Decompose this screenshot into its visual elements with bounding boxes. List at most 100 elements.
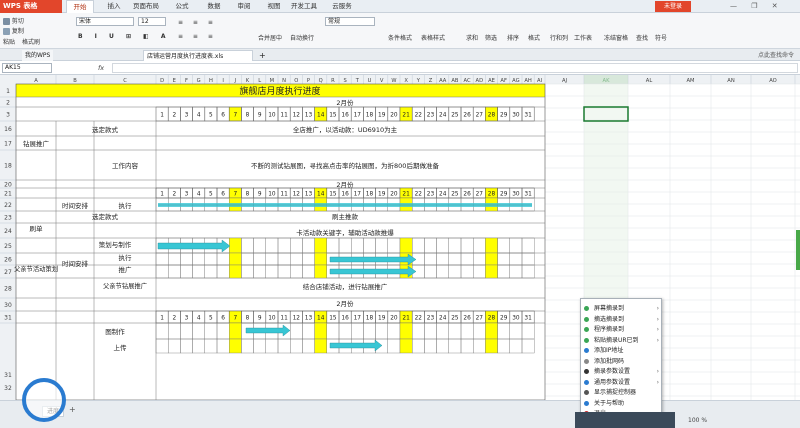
progress-arrow [158, 203, 532, 207]
column-header: L [258, 78, 261, 84]
context-menu-item[interactable]: 通用参数设置 › [581, 377, 663, 388]
freeze-button[interactable]: 冻结窗格 [604, 33, 628, 42]
filter-button[interactable]: 筛选 [485, 33, 497, 42]
new-tab-button[interactable]: + [256, 50, 269, 61]
copy-icon [3, 28, 10, 35]
spreadsheet-grid[interactable]: A B C D E F G H I J K L M N O P Q R S T U V W X Y Z AA AB AC AD AE AF AG… [0, 75, 800, 400]
menu-tab[interactable]: 公式 [168, 0, 196, 13]
menu-tab[interactable]: 视图 [260, 0, 288, 13]
menu-tab[interactable]: 数据 [200, 0, 228, 13]
full-store-text: 全店推广，以活动款：UD6910为主 [293, 125, 398, 134]
context-menu-item[interactable]: 程序摘录到 › [581, 324, 663, 335]
zoom-level[interactable]: 100 % [688, 417, 707, 424]
context-menu-item[interactable]: 粘贴摘录UR已到 › [581, 335, 663, 346]
day-number: 31 [524, 192, 532, 198]
row-header: 24 [4, 228, 12, 235]
menu-tab[interactable]: 开始 [66, 0, 94, 13]
day-number: 5 [209, 316, 213, 322]
context-menu-item[interactable]: 屏幕摘录到 › [581, 303, 663, 314]
menu-tab[interactable]: 开发工具 [290, 0, 318, 13]
table-style-button[interactable]: 表格样式 [421, 33, 445, 42]
command-search[interactable]: 点此查找命令 [755, 50, 797, 61]
schedule-cell [180, 338, 193, 354]
schedule-cell [509, 237, 523, 254]
sort-button[interactable]: 排序 [507, 33, 519, 42]
wps-logo[interactable]: WPS 表格 [0, 0, 62, 13]
row-header: 17 [4, 141, 12, 148]
sum-button[interactable]: 求和 [466, 33, 478, 42]
status-bar: 进度 + 100 % [0, 400, 800, 428]
conditional-format-button[interactable]: 条件格式 [388, 33, 412, 42]
tab-my-wps[interactable]: 我的WPS [22, 50, 54, 61]
paste-button[interactable]: 粘贴 [3, 37, 15, 46]
row-header: 22 [4, 202, 12, 209]
circle-logo [22, 378, 66, 422]
schedule-cell [216, 252, 230, 266]
context-menu-item[interactable]: 显示捕捉控制器 [581, 387, 663, 398]
format-button[interactable]: 格式 [528, 33, 540, 42]
column-header: R [331, 78, 335, 84]
font-size-select[interactable]: 12 [138, 17, 166, 26]
day-number: 13 [305, 316, 313, 322]
font-select[interactable]: 宋体 [76, 17, 134, 26]
row-header: 16 [4, 126, 12, 133]
schedule-cell [460, 237, 474, 254]
copy-button[interactable]: 复制 [3, 26, 24, 35]
schedule-cell [277, 338, 291, 354]
context-menu-item[interactable]: 添加批网码 [581, 356, 663, 367]
day-number: 1 [160, 113, 164, 119]
day-number: 24 [439, 113, 447, 119]
day-number: 8 [246, 316, 250, 322]
symbol-button[interactable]: 符号 [655, 33, 667, 42]
align-buttons[interactable]: ≡ ≡ ≡ [178, 19, 217, 26]
side-scroll-tab[interactable] [796, 230, 800, 270]
schedule-cell [375, 237, 389, 254]
menu-tab[interactable]: 云服务 [328, 0, 356, 13]
name-box[interactable]: AK15 [2, 63, 52, 73]
schedule-cell [521, 252, 535, 266]
schedule-cell [290, 338, 303, 354]
login-button[interactable]: 未登录 [655, 1, 691, 12]
day-number: 18 [366, 192, 374, 198]
schedule-cell [180, 322, 193, 340]
month-label-2: 2月份 [336, 180, 354, 189]
text-format-buttons[interactable]: B I U ⊞ ◧ A [78, 33, 170, 40]
add-sheet-button[interactable]: + [69, 405, 76, 414]
menu-tab[interactable]: 插入 [100, 0, 128, 13]
schedule-cell [412, 338, 425, 354]
schedule-cell [314, 322, 328, 340]
merge-button[interactable]: 合并居中 [258, 33, 282, 42]
day-number: 29 [500, 316, 508, 322]
wrap-button[interactable]: 自动换行 [290, 33, 314, 42]
column-header: AC [464, 78, 471, 84]
menu-tab[interactable]: 审阅 [230, 0, 258, 13]
row-col-button[interactable]: 行和列 [550, 33, 568, 42]
schedule-cell [497, 252, 511, 266]
window-controls[interactable]: — ❐ ✕ [730, 2, 798, 11]
schedule-cell [387, 237, 401, 254]
context-menu-item[interactable]: 添加IP地址 [581, 345, 663, 356]
column-header: AN [727, 78, 735, 84]
context-menu-item[interactable]: 关于与帮助 [581, 398, 663, 409]
day-number: 6 [221, 192, 225, 198]
schedule-cell [424, 264, 437, 279]
menu-tab[interactable]: 页面布局 [128, 0, 164, 13]
find-button[interactable]: 查找 [636, 33, 648, 42]
cut-button[interactable]: 剪切 [3, 16, 24, 25]
schedule-cell [228, 237, 242, 254]
day-number: 20 [390, 316, 398, 322]
formula-input[interactable] [112, 63, 798, 73]
context-menu-item[interactable]: 摘录参数设置 › [581, 366, 663, 377]
row-header: 3 [6, 112, 10, 119]
fx-icon[interactable]: fx [98, 64, 104, 72]
day-number: 26 [463, 316, 471, 322]
schedule-cell [192, 322, 206, 340]
row-header: 31 [4, 315, 12, 322]
align-buttons-2[interactable]: ≡ ≡ ≡ [178, 33, 217, 40]
context-menu-item[interactable]: 摘选摘录到 › [581, 314, 663, 325]
format-painter-button[interactable]: 格式刷 [22, 37, 40, 46]
number-format-select[interactable]: 常规 [325, 17, 375, 26]
tab-document[interactable]: 店铺运营月度执行进度表.xls [143, 50, 253, 61]
column-header: G [197, 78, 201, 84]
sheet-button[interactable]: 工作表 [574, 33, 592, 42]
